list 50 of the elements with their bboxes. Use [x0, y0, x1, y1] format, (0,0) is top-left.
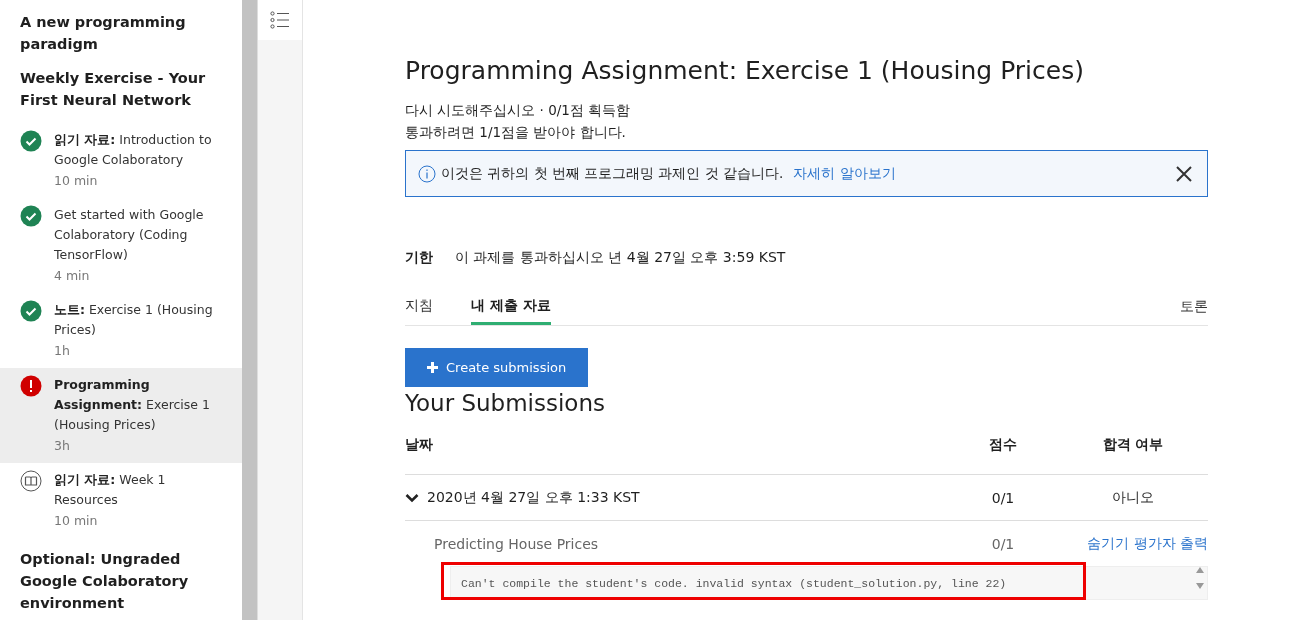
- section-title: A new programming paradigm: [19, 13, 187, 54]
- item-duration: 10 min: [54, 172, 99, 190]
- list-icon[interactable]: [270, 10, 290, 30]
- check-circle-icon: [20, 205, 42, 227]
- deadline-text: 이 과제를 통과하십시오 년 4월 27일 오후 3:59 KST: [455, 249, 786, 267]
- course-item[interactable]: Get started with Google Colaboratory (Coding TensorFlow) 4 min: [0, 198, 242, 293]
- chevron-icon[interactable]: [405, 492, 419, 503]
- item-duration: 1h: [54, 342, 71, 360]
- page-title: Programming Assignment: Exercise 1 (Housing Prices): [405, 55, 1085, 87]
- item-title: 노트: Exercise 1 (Housing Prices): [54, 302, 213, 337]
- item-title: 읽기 자료: Week 1 Resources: [54, 472, 166, 507]
- status-text: 다시 시도해주십시오 · 0/1점 획득함: [405, 101, 632, 120]
- column-header: 합격 여부: [1101, 436, 1165, 454]
- item-title: Programming Assignment: Exercise 1 (Housing Prices): [54, 377, 210, 432]
- course-item[interactable]: 읽기 자료: Introduction to Google Colaboratory 10 min: [0, 123, 242, 198]
- section-title: Weekly Exercise - Your First Neural Network: [19, 69, 207, 110]
- output-text: Can't compile the student's code. invalid syntax (student_solution.py, line 22): [461, 576, 1008, 590]
- check-circle-icon: [20, 130, 42, 152]
- banner-text: 이것은 귀하의 첫 번째 프로그래밍 과제인 것 같습니다.: [441, 164, 784, 183]
- course-item[interactable]: 읽기 자료: Week 1 Resources 10 min: [0, 463, 242, 538]
- course-item[interactable]: 노트: Exercise 1 (Housing Prices) 1h: [0, 293, 242, 368]
- table-cell-text: 0/1: [990, 489, 1016, 506]
- column-header: 날짜: [405, 436, 434, 454]
- item-duration: 3h: [54, 437, 71, 455]
- error-circle-icon: [20, 375, 42, 397]
- section-title: Optional: Ungraded Google Colaboratory environment: [19, 550, 190, 613]
- course-item[interactable]: Programming Assignment: Exercise 1 (Housing Prices) 3h: [0, 368, 242, 463]
- info-icon: [418, 164, 436, 183]
- book-icon: [20, 470, 42, 492]
- part-name: Predicting House Prices: [434, 535, 600, 552]
- item-title: 읽기 자료: Introduction to Google Colaboratory: [54, 132, 212, 167]
- item-duration: 10 min: [54, 512, 99, 530]
- table-cell-text: 아니오: [1111, 488, 1155, 507]
- deadline-label: 기한: [405, 249, 433, 267]
- tab[interactable]: 내 제출 자료: [471, 289, 551, 325]
- table-cell: 2020년 4월 27일 오후 1:33 KST: [427, 488, 640, 507]
- section-heading: Your Submissions: [405, 390, 606, 416]
- learn-more-link[interactable]: 자세히 알아보기: [793, 164, 896, 183]
- discussion-link[interactable]: 토론: [1180, 290, 1208, 325]
- item-duration: 4 min: [54, 267, 91, 285]
- plus-icon: [427, 362, 438, 373]
- scrollbar[interactable]: [242, 0, 258, 620]
- hide-output-link[interactable]: 숨기기 평가자 출력: [1058, 534, 1208, 553]
- table-cell-text: 0/1: [990, 535, 1016, 552]
- status-text: 통과하려면 1/1점을 받아야 합니다.: [405, 123, 627, 142]
- tab[interactable]: 지침: [405, 289, 433, 325]
- column-header: 점수: [988, 436, 1018, 454]
- create-submission-button[interactable]: Create submission: [405, 348, 589, 387]
- check-circle-icon: [20, 300, 42, 322]
- item-title: Get started with Google Colaboratory (Coding TensorFlow): [54, 207, 204, 262]
